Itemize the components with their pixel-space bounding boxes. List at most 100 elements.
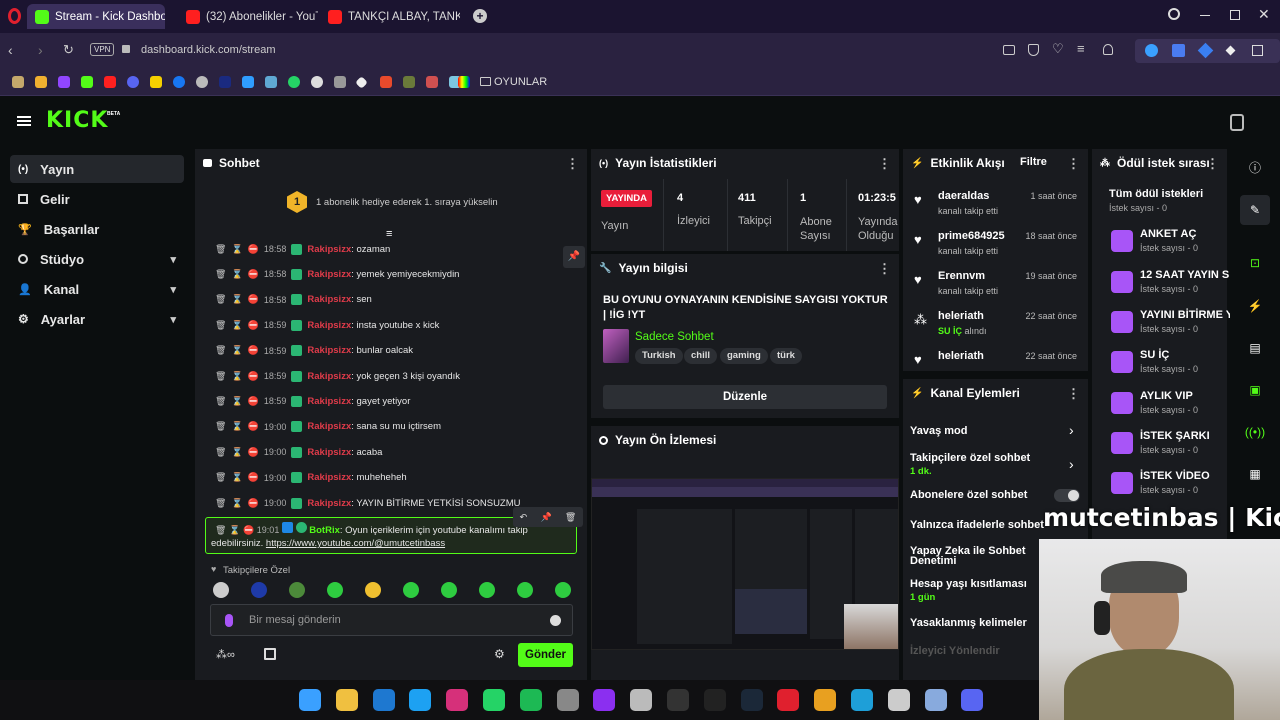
reply-icon[interactable]: ↶ [520,512,528,523]
edit-stream-button[interactable]: Düzenle [603,385,887,409]
ban-icon[interactable]: ⛔ [248,269,259,280]
timeout-icon[interactable]: ⌛ [231,498,242,509]
delete-icon[interactable]: 🗑 [215,244,226,255]
opera-icon[interactable] [777,689,800,711]
emoji-icon[interactable] [550,615,561,626]
delete-icon[interactable]: 🗑 [215,498,226,509]
maximize-icon[interactable] [1230,10,1240,20]
bookmark-icon[interactable] [219,76,231,88]
reward-item-title[interactable]: İSTEK ŞARKI [1140,430,1210,442]
menu-icon[interactable]: ≡ [1077,41,1085,56]
action-account-age[interactable]: Hesap yaşı kısıtlaması [910,578,1027,590]
close-window-icon[interactable]: ✕ [1258,6,1270,23]
camera-icon[interactable] [1003,45,1015,55]
bookmark-icon[interactable] [334,76,346,88]
bot-link[interactable]: https://www.youtube.com/@umutcetinbass [266,538,445,549]
bookmark-icon[interactable] [426,76,438,88]
event-username[interactable]: prime684925 [938,230,1005,242]
chevron-down-icon[interactable]: ▾ [170,283,176,296]
trash-icon[interactable]: 🗑 [565,512,576,523]
reward-points-icon[interactable]: ⁂∞ [216,648,235,661]
broadcast-rail-icon[interactable]: ((•)) [1240,417,1270,447]
event-username[interactable]: heleriath [938,350,984,362]
sidebar-item-kanal[interactable]: 👤 Kanal ▾ [10,275,184,303]
sidebar-item-yayin[interactable]: (•) Yayın [10,155,184,183]
timeout-icon[interactable]: ⌛ [231,345,242,356]
edge-icon[interactable] [851,689,873,711]
gift-rank-banner[interactable]: 1 1 abonelik hediye ederek 1. sıraya yük… [287,191,498,213]
bookmark-folder-oyunlar[interactable]: OYUNLAR [494,76,547,88]
lightning-rail-icon[interactable]: ⚡ [1240,291,1270,321]
app-icon[interactable] [667,689,689,711]
delete-icon[interactable]: 🗑 [215,294,226,305]
chat-more-icon[interactable]: ⋮ [566,156,579,172]
reward-item-title[interactable]: Tüm ödül istekleri [1109,188,1203,200]
pencil-icon[interactable]: ✎ [1240,195,1270,225]
chat-input-box[interactable]: Bir mesaj gönderin [210,604,573,636]
chat-settings-icon[interactable]: ⚙ [494,647,505,661]
bookmark-icon[interactable] [355,76,368,89]
forward-icon[interactable]: › [38,42,43,58]
mic-icon[interactable] [225,614,233,627]
file-explorer-icon[interactable] [335,689,358,711]
bookmark-icon[interactable] [311,76,323,88]
reload-icon[interactable]: ↻ [63,42,74,58]
chrome-icon[interactable] [814,689,837,711]
spotify-icon[interactable] [519,689,542,711]
message-username[interactable]: Rakipsizx [307,320,351,331]
reward-item-title[interactable]: AYLIK VIP [1140,390,1193,402]
emote-icon[interactable] [441,582,457,598]
pin-button[interactable]: 📌 [563,246,585,268]
message-username[interactable]: Rakipsizx [307,472,351,483]
bot-username[interactable]: BotRix [309,525,340,536]
ban-icon[interactable]: ⛔ [248,472,259,483]
rail-tool-icon[interactable]: ⊡ [1240,248,1270,278]
delete-icon[interactable]: 🗑 [215,269,226,280]
reward-item-title[interactable]: 12 SAAT YAYIN S [1140,269,1229,281]
pin-icon[interactable]: 📌 [540,512,551,523]
instagram-icon[interactable] [446,689,469,711]
bookmark-kick-icon[interactable] [81,76,93,88]
chat-message[interactable]: 🗑 ⌛ ⛔ 18:58 Rakipsizx: ozaman [215,240,390,258]
stream-preview-video[interactable] [591,478,899,650]
delete-icon[interactable]: 🗑 [215,396,226,407]
info-icon[interactable]: ⓘ [1240,152,1270,182]
chat-message[interactable]: 🗑 ⌛ ⛔ 19:00 Rakipsizx: YAYIN BİTİRME YETKİSİ… [215,494,521,512]
emote-icon[interactable] [555,582,571,598]
action-emote-only[interactable]: Yalnızca ifadelerle sohbet [910,519,1044,531]
action-subscribers-only[interactable]: Abonelere özel sohbet [910,489,1027,501]
whatsapp-icon[interactable] [483,689,505,711]
delete-icon[interactable]: 🗑 [215,421,226,432]
bookmark-facebook-icon[interactable] [173,76,185,88]
message-username[interactable]: Rakipsizx [307,244,351,255]
stats-more-icon[interactable]: ⋮ [878,156,891,172]
ban-icon[interactable]: ⛔ [248,345,259,356]
emote-icon[interactable] [289,582,305,598]
chevron-right-icon[interactable]: › [1069,422,1074,438]
ban-icon[interactable]: ⛔ [248,320,259,331]
message-username[interactable]: Rakipsizx [307,421,351,432]
vpn-badge[interactable]: VPN [90,43,115,56]
timeout-icon[interactable]: ⌛ [231,396,242,407]
chat-message[interactable]: 🗑 ⌛ ⛔ 18:58 Rakipsizx: yemek yemiyecekmiydin [215,265,459,283]
timeout-icon[interactable]: ⌛ [231,472,242,483]
epic-games-icon[interactable] [703,689,726,711]
ban-icon[interactable]: ⛔ [248,294,259,305]
bookmark-youtube-icon[interactable] [104,76,116,88]
bookmark-twitch-icon[interactable] [58,76,70,88]
bookmark-discord-icon[interactable] [127,76,139,88]
reward-item-title[interactable]: İSTEK VİDEO [1140,470,1210,482]
bookmark-icon[interactable] [403,76,415,88]
message-username[interactable]: Rakipsizx [307,396,351,407]
timeout-icon[interactable]: ⌛ [231,421,242,432]
subscribers-only-toggle[interactable] [1054,489,1080,502]
bookmark-icon[interactable] [35,76,47,88]
sidebar-item-ayarlar[interactable]: ⚙ Ayarlar ▾ [10,305,184,333]
discord-icon[interactable] [961,689,984,711]
ban-icon[interactable]: ⛔ [248,447,259,458]
bookmark-icon[interactable] [265,76,277,88]
action-followers-only[interactable]: Takipçilere özel sohbet [910,452,1030,464]
emote-icon[interactable] [327,582,343,598]
sidebar-item-studyo[interactable]: Stüdyo ▾ [10,245,184,273]
chat-message[interactable]: 🗑 ⌛ ⛔ 18:59 Rakipsizx: bunlar oalcak [215,342,413,360]
